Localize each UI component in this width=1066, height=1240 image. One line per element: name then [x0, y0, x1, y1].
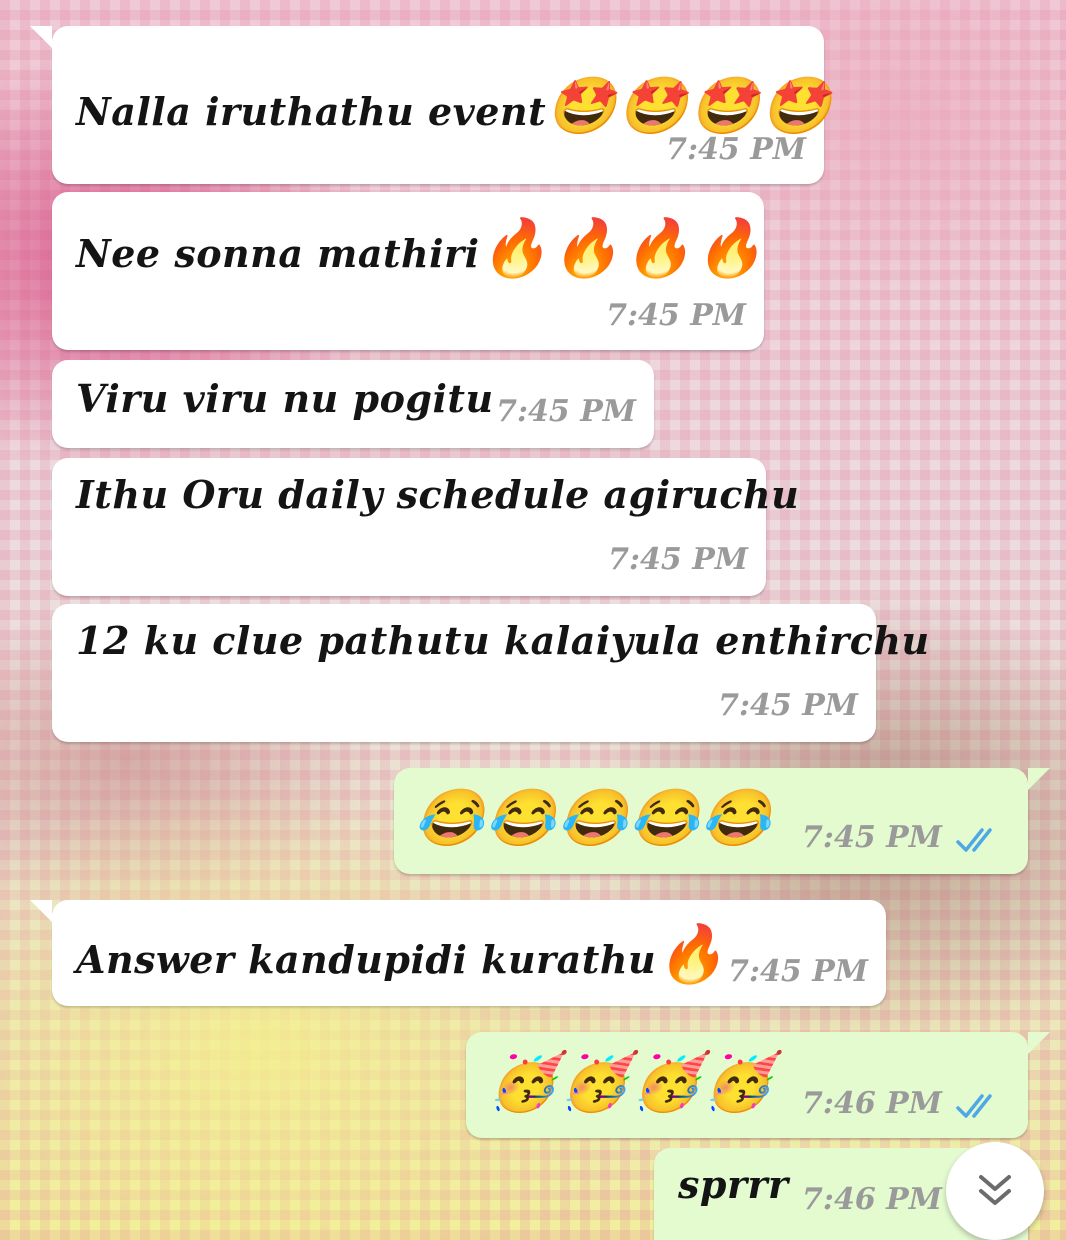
message-timestamp: 7:45 PM	[608, 542, 748, 577]
message-text: sprrr	[678, 1162, 789, 1207]
message-timestamp: 7:45 PM	[666, 132, 806, 167]
read-ticks-icon	[956, 1094, 992, 1118]
message-text: Answer kandupidi kurathu🔥	[76, 921, 728, 987]
message-text: Nalla iruthathu event🤩🤩🤩🤩	[76, 73, 834, 139]
read-ticks-icon	[956, 828, 992, 852]
emoji-tears-of-joy: 😂😂😂😂😂	[414, 785, 773, 851]
message-bubble-incoming[interactable]: Ithu Oru daily schedule agiruchu 7:45 PM	[52, 458, 799, 596]
message-timestamp: 7:46 PM	[802, 1182, 942, 1217]
message-text: Viru viru nu pogitu	[76, 376, 494, 421]
emoji-partying-face: 🥳🥳🥳🥳	[488, 1049, 775, 1115]
emoji-fire: 🔥🔥🔥🔥	[479, 215, 767, 281]
message-bubble-outgoing[interactable]: 🥳🥳🥳🥳 7:46 PM	[466, 1032, 1050, 1138]
message-bubble-incoming[interactable]: 12 ku clue pathutu kalaiyula enthirchu 7…	[52, 604, 929, 742]
message-timestamp: 7:46 PM	[802, 1086, 942, 1121]
emoji-star-struck: 🤩🤩🤩🤩	[546, 73, 834, 139]
message-text: 12 ku clue pathutu kalaiyula enthirchu	[76, 618, 930, 663]
message-timestamp: 7:45 PM	[496, 394, 636, 429]
message-timestamp: 7:45 PM	[606, 298, 746, 333]
message-bubble-incoming[interactable]: Nee sonna mathiri🔥🔥🔥🔥 7:45 PM	[52, 192, 764, 350]
message-timestamp: 7:45 PM	[802, 820, 942, 855]
double-chevron-down-icon	[979, 1175, 1011, 1205]
scroll-to-bottom-button[interactable]	[946, 1142, 1044, 1240]
message-text: Ithu Oru daily schedule agiruchu	[76, 472, 800, 517]
message-bubble-incoming[interactable]: Answer kandupidi kurathu🔥 7:45 PM	[30, 900, 886, 1006]
message-bubble-outgoing[interactable]: 😂😂😂😂😂 7:45 PM	[394, 768, 1050, 874]
message-text: Nee sonna mathiri🔥🔥🔥🔥	[76, 215, 767, 281]
message-bubble-incoming[interactable]: Viru viru nu pogitu 7:45 PM	[52, 360, 654, 448]
message-timestamp: 7:45 PM	[718, 688, 858, 723]
message-timestamp: 7:45 PM	[728, 954, 868, 989]
message-bubble-incoming[interactable]: Nalla iruthathu event🤩🤩🤩🤩 7:45 PM	[30, 26, 831, 184]
emoji-fire: 🔥	[656, 921, 728, 987]
